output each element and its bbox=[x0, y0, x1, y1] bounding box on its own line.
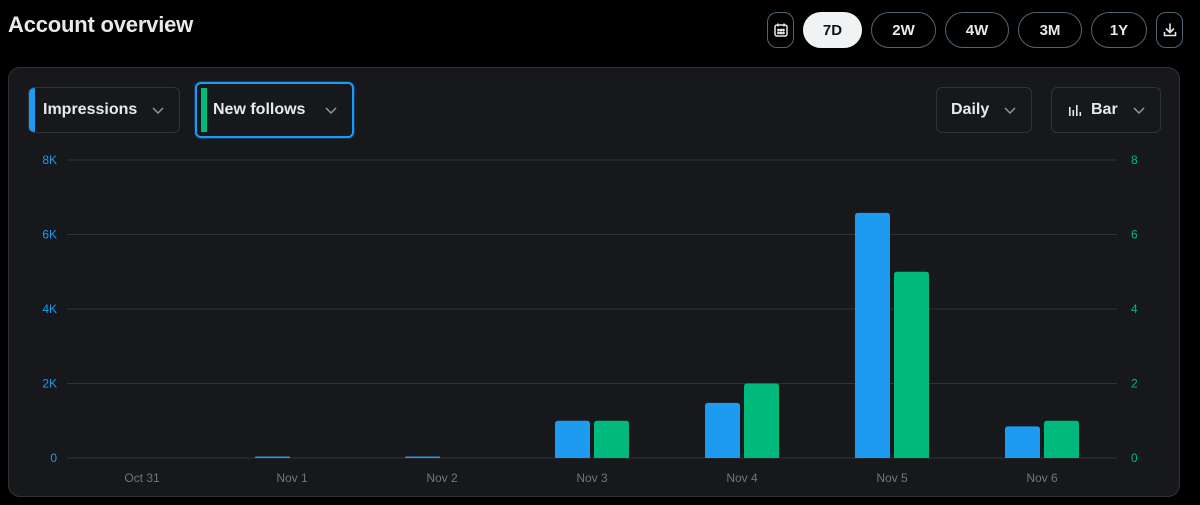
y-left-tick-label: 2K bbox=[42, 377, 57, 391]
chevron-down-icon bbox=[324, 103, 338, 117]
y-right-tick-label: 0 bbox=[1131, 451, 1138, 465]
page-title: Account overview bbox=[8, 12, 194, 37]
y-right-tick-label: 4 bbox=[1131, 302, 1138, 316]
y-right-tick-label: 8 bbox=[1131, 153, 1138, 167]
y-left-tick-label: 6K bbox=[42, 228, 57, 242]
chevron-down-icon bbox=[151, 103, 165, 117]
metric2-color-stripe bbox=[201, 88, 207, 132]
x-tick-label: Nov 4 bbox=[726, 471, 758, 485]
chevron-down-icon bbox=[1003, 103, 1017, 117]
interval-dropdown[interactable]: Daily bbox=[936, 87, 1032, 133]
metric1-label: Impressions bbox=[43, 101, 138, 118]
x-tick-label: Nov 3 bbox=[576, 471, 608, 485]
metric1-color-stripe bbox=[29, 88, 35, 132]
calendar-icon bbox=[773, 23, 788, 37]
interval-label: Daily bbox=[951, 101, 990, 118]
new-follows-bar bbox=[594, 420, 629, 458]
new-follows-bar bbox=[1044, 420, 1079, 458]
chart-panel: Impressions New follows Daily Bar 0 2K 4… bbox=[8, 67, 1180, 497]
impressions-bar bbox=[405, 456, 440, 458]
date-range-bar: 7D 2W 4W 3M 1Y bbox=[767, 12, 1183, 48]
x-tick-label: Oct 31 bbox=[124, 471, 160, 485]
x-tick-label: Nov 5 bbox=[876, 471, 908, 485]
impressions-bar bbox=[1005, 426, 1040, 458]
x-tick-label: Nov 2 bbox=[426, 471, 458, 485]
impressions-bar bbox=[705, 402, 740, 458]
y-left-tick-label: 8K bbox=[42, 153, 57, 167]
bar-chart: 0 2K 4K 6K 8K 0 2 4 6 8 Oct 31 Nov 1 Nov 2 Nov 3 Nov 4… bbox=[42, 153, 1138, 485]
impressions-bar bbox=[855, 212, 890, 458]
range-1y-button[interactable]: 1Y bbox=[1091, 12, 1147, 48]
metric2-dropdown[interactable]: New follows bbox=[195, 82, 354, 138]
new-follows-bar bbox=[744, 383, 779, 458]
impressions-bar bbox=[255, 456, 290, 458]
metric1-dropdown[interactable]: Impressions bbox=[28, 87, 180, 133]
range-2w-button[interactable]: 2W bbox=[871, 12, 936, 48]
download-icon bbox=[1163, 23, 1176, 37]
chart-type-dropdown[interactable]: Bar bbox=[1051, 87, 1161, 133]
impressions-bar bbox=[555, 420, 590, 458]
x-tick-label: Nov 6 bbox=[1026, 471, 1058, 485]
x-tick-label: Nov 1 bbox=[276, 471, 308, 485]
range-4w-button[interactable]: 4W bbox=[945, 12, 1009, 48]
chevron-down-icon bbox=[1132, 103, 1146, 117]
y-right-tick-label: 2 bbox=[1131, 377, 1138, 391]
y-left-tick-label: 4K bbox=[42, 302, 57, 316]
metric2-label: New follows bbox=[213, 101, 306, 118]
bar-chart-icon bbox=[1068, 103, 1082, 117]
new-follows-bar bbox=[894, 271, 929, 458]
calendar-button[interactable] bbox=[767, 12, 794, 48]
y-right-tick-label: 6 bbox=[1131, 228, 1138, 242]
range-3m-button[interactable]: 3M bbox=[1018, 12, 1082, 48]
range-7d-button[interactable]: 7D bbox=[803, 12, 862, 48]
chart-type-label: Bar bbox=[1091, 101, 1118, 118]
y-left-tick-label: 0 bbox=[50, 451, 57, 465]
download-button[interactable] bbox=[1156, 12, 1183, 48]
